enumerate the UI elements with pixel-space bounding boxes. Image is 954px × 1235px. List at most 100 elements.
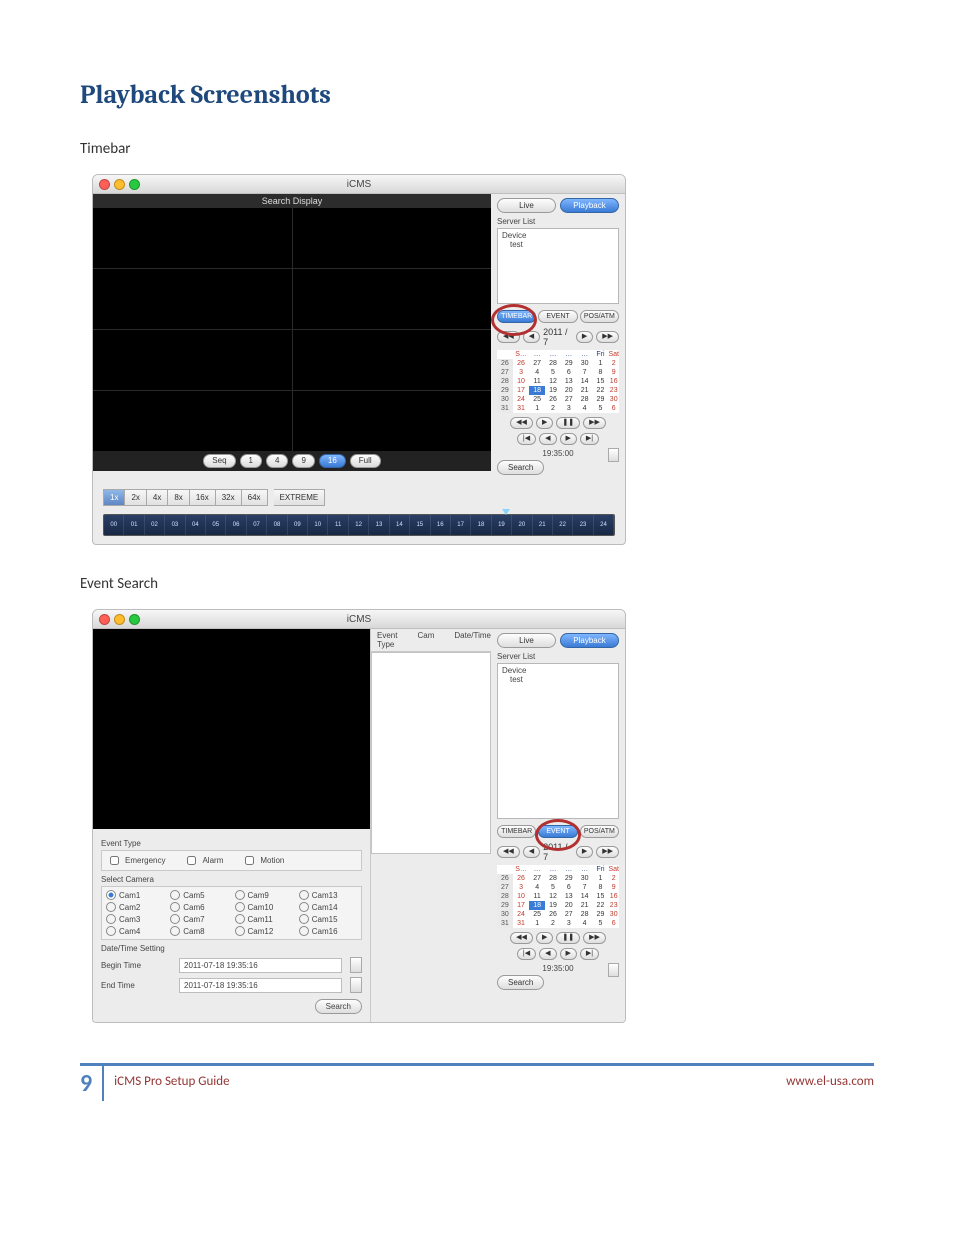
video-cell[interactable]: [293, 208, 492, 268]
col-datetime: Date/Time: [454, 631, 491, 649]
cam-radio[interactable]: Cam4: [106, 926, 164, 936]
pause-icon[interactable]: ❚❚: [556, 417, 580, 429]
cam-radio[interactable]: Cam8: [170, 926, 228, 936]
speed-4x[interactable]: 4x: [147, 489, 168, 506]
tab-posatm[interactable]: POS/ATM: [580, 310, 619, 323]
stepper-icon[interactable]: [350, 957, 362, 973]
mode-live-button[interactable]: Live: [497, 633, 556, 648]
step-back-icon[interactable]: ◀: [539, 433, 556, 445]
speed-2x[interactable]: 2x: [125, 489, 146, 506]
timeline-hour: 02: [145, 515, 165, 535]
chk-emergency[interactable]: Emergency: [106, 853, 165, 868]
mode-playback-button[interactable]: Playback: [560, 633, 619, 648]
chk-alarm[interactable]: Alarm: [183, 853, 223, 868]
layout-16-button[interactable]: 16: [319, 454, 346, 468]
year-prev-fast-icon[interactable]: ◀◀: [497, 846, 520, 858]
speed-64x[interactable]: 64x: [242, 489, 268, 506]
speed-16x[interactable]: 16x: [190, 489, 216, 506]
tab-timebar[interactable]: TIMEBAR: [497, 310, 536, 323]
step-fwd-icon[interactable]: ▶: [560, 948, 577, 960]
tab-posatm[interactable]: POS/ATM: [580, 825, 619, 838]
step-back-icon[interactable]: ◀: [539, 948, 556, 960]
video-cell[interactable]: [293, 269, 492, 329]
forward-fast-icon[interactable]: ▶▶: [583, 932, 606, 944]
video-cell[interactable]: [93, 391, 292, 451]
skip-start-icon[interactable]: |◀: [517, 948, 536, 960]
play-icon[interactable]: ▶: [536, 417, 553, 429]
year-prev-fast-icon[interactable]: ◀◀: [497, 331, 520, 343]
play-icon[interactable]: ▶: [536, 932, 553, 944]
speed-32x[interactable]: 32x: [216, 489, 242, 506]
rewind-fast-icon[interactable]: ◀◀: [510, 932, 533, 944]
device-item[interactable]: test: [502, 240, 614, 249]
step-fwd-icon[interactable]: ▶: [560, 433, 577, 445]
timeline-hour: 09: [288, 515, 308, 535]
video-cell[interactable]: [93, 269, 292, 329]
skip-start-icon[interactable]: |◀: [517, 433, 536, 445]
calendar-month-label: 2011 / 7: [543, 842, 573, 862]
video-cell[interactable]: [293, 330, 492, 390]
layout-full-button[interactable]: Full: [350, 454, 381, 468]
speed-1x[interactable]: 1x: [103, 489, 125, 506]
time-stepper[interactable]: [608, 963, 619, 977]
year-next-icon[interactable]: ▶: [576, 846, 593, 858]
stepper-icon[interactable]: [350, 977, 362, 993]
device-list[interactable]: Device test: [497, 663, 619, 819]
timeline[interactable]: 0001020304050607080910111213141516171819…: [103, 514, 615, 536]
time-stepper[interactable]: [608, 448, 619, 462]
layout-1-button[interactable]: 1: [240, 454, 262, 468]
cam-radio[interactable]: Cam1: [106, 890, 164, 900]
tab-event[interactable]: EVENT: [538, 310, 577, 323]
speed-extreme[interactable]: EXTREME: [274, 489, 326, 506]
calendar[interactable]: S……………FriSat 26262728293012 273456789 28…: [497, 865, 619, 928]
layout-9-button[interactable]: 9: [292, 454, 314, 468]
tab-timebar[interactable]: TIMEBAR: [497, 825, 536, 838]
year-prev-icon[interactable]: ◀: [523, 846, 540, 858]
search-button[interactable]: Search: [497, 460, 544, 475]
timeline-marker-icon[interactable]: [502, 509, 510, 515]
cam-radio[interactable]: Cam16: [299, 926, 357, 936]
cam-radio[interactable]: Cam6: [170, 902, 228, 912]
cam-radio[interactable]: Cam15: [299, 914, 357, 924]
timeline-hour: 19: [492, 515, 512, 535]
playback-controls: ◀◀ ▶ ❚❚ ▶▶: [497, 417, 619, 429]
cam-radio[interactable]: Cam2: [106, 902, 164, 912]
cam-radio[interactable]: Cam11: [235, 914, 293, 924]
device-list[interactable]: Device test: [497, 228, 619, 304]
skip-end-icon[interactable]: ▶|: [580, 948, 599, 960]
layout-seq-button[interactable]: Seq: [203, 454, 235, 468]
forward-fast-icon[interactable]: ▶▶: [583, 417, 606, 429]
chk-motion[interactable]: Motion: [241, 853, 284, 868]
video-cell[interactable]: [93, 330, 292, 390]
cam-radio[interactable]: Cam9: [235, 890, 293, 900]
timeline-hour: 08: [267, 515, 287, 535]
year-next-fast-icon[interactable]: ▶▶: [596, 331, 619, 343]
year-next-fast-icon[interactable]: ▶▶: [596, 846, 619, 858]
search-button[interactable]: Search: [497, 975, 544, 990]
cam-radio[interactable]: Cam3: [106, 914, 164, 924]
event-search-button[interactable]: Search: [315, 999, 362, 1014]
tab-event[interactable]: EVENT: [538, 825, 577, 838]
video-single[interactable]: [93, 629, 370, 829]
cam-radio[interactable]: Cam5: [170, 890, 228, 900]
video-cell[interactable]: [93, 208, 292, 268]
mode-playback-button[interactable]: Playback: [560, 198, 619, 213]
results-pane[interactable]: [371, 652, 491, 854]
cam-radio[interactable]: Cam14: [299, 902, 357, 912]
year-next-icon[interactable]: ▶: [576, 331, 593, 343]
video-cell[interactable]: [293, 391, 492, 451]
begin-time-field[interactable]: 2011-07-18 19:35:16: [179, 958, 342, 973]
cam-radio[interactable]: Cam10: [235, 902, 293, 912]
cam-radio[interactable]: Cam7: [170, 914, 228, 924]
layout-4-button[interactable]: 4: [266, 454, 288, 468]
speed-8x[interactable]: 8x: [168, 489, 189, 506]
pause-icon[interactable]: ❚❚: [556, 932, 580, 944]
cam-radio[interactable]: Cam12: [235, 926, 293, 936]
calendar[interactable]: S… … … … … Fri Sat 26262728293012 273456…: [497, 350, 619, 413]
year-prev-icon[interactable]: ◀: [523, 331, 540, 343]
mode-live-button[interactable]: Live: [497, 198, 556, 213]
end-time-field[interactable]: 2011-07-18 19:35:16: [179, 978, 342, 993]
cam-radio[interactable]: Cam13: [299, 890, 357, 900]
skip-end-icon[interactable]: ▶|: [580, 433, 599, 445]
rewind-fast-icon[interactable]: ◀◀: [510, 417, 533, 429]
